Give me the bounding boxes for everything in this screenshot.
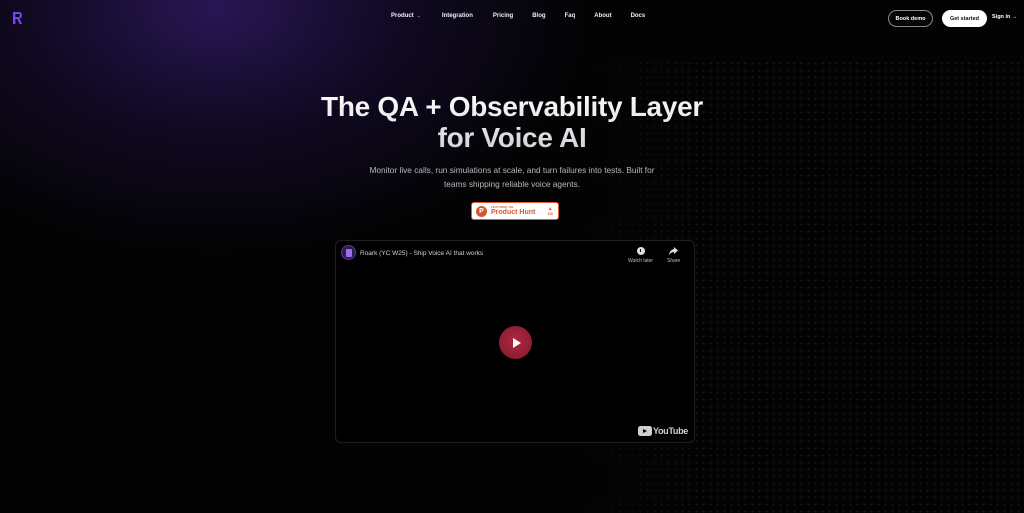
nav-links: Product ⌄ Integration Pricing Blog Faq Ab… (391, 13, 645, 19)
nav-docs[interactable]: Docs (631, 13, 646, 19)
hero-subtitle: Monitor live calls, run simulations at s… (357, 164, 667, 191)
nav-blog[interactable]: Blog (532, 13, 545, 19)
get-started-button[interactable]: Get started (942, 10, 987, 27)
nav-integration[interactable]: Integration (442, 13, 473, 19)
watch-later-button[interactable]: Watch later (628, 246, 653, 264)
chevron-down-icon: ⌄ (416, 13, 421, 19)
play-icon (512, 337, 521, 348)
top-nav: Product ⌄ Integration Pricing Blog Faq Ab… (0, 0, 1024, 36)
channel-avatar[interactable] (341, 245, 356, 260)
share-button[interactable]: Share (667, 246, 680, 264)
product-hunt-badge[interactable]: P FEATURED ON Product Hunt ▲ 110 (471, 202, 559, 220)
hero-subtitle-line-1: Monitor live calls, run simulations at s… (369, 165, 655, 175)
nav-faq[interactable]: Faq (565, 13, 576, 19)
nav-product[interactable]: Product ⌄ (391, 13, 421, 19)
watch-later-label: Watch later (628, 258, 654, 264)
nav-pricing[interactable]: Pricing (493, 13, 513, 19)
product-hunt-votes: ▲ 110 (547, 206, 553, 216)
hero-title-line-1: The QA + Observability Layer (321, 91, 703, 122)
book-demo-button[interactable]: Book demo (888, 10, 933, 27)
video-title[interactable]: Roark (YC W25) - Ship Voice AI that work… (360, 250, 483, 257)
share-icon (669, 246, 679, 256)
roark-logo-icon[interactable] (12, 11, 23, 25)
product-hunt-text: FEATURED ON Product Hunt (491, 205, 535, 217)
youtube-logo-icon (637, 426, 652, 436)
hero-subtitle-line-2: teams shipping reliable voice agents. (443, 178, 581, 189)
sign-in-link[interactable]: Sign in → (992, 14, 1017, 20)
product-hunt-name: Product Hunt (491, 209, 536, 216)
nav-about[interactable]: About (594, 13, 611, 19)
play-button[interactable] (499, 326, 532, 359)
share-label: Share (667, 258, 681, 264)
video-embed[interactable]: Roark (YC W25) - Ship Voice AI that work… (335, 240, 695, 443)
vote-count: 110 (547, 211, 553, 216)
youtube-logo[interactable]: YouTube (637, 426, 688, 436)
hero-title: The QA + Observability Layer for Voice A… (262, 91, 762, 153)
clock-icon (636, 246, 646, 256)
product-hunt-icon: P (476, 205, 487, 217)
youtube-wordmark: YouTube (652, 426, 688, 436)
hero-title-line-2: for Voice AI (437, 122, 587, 153)
